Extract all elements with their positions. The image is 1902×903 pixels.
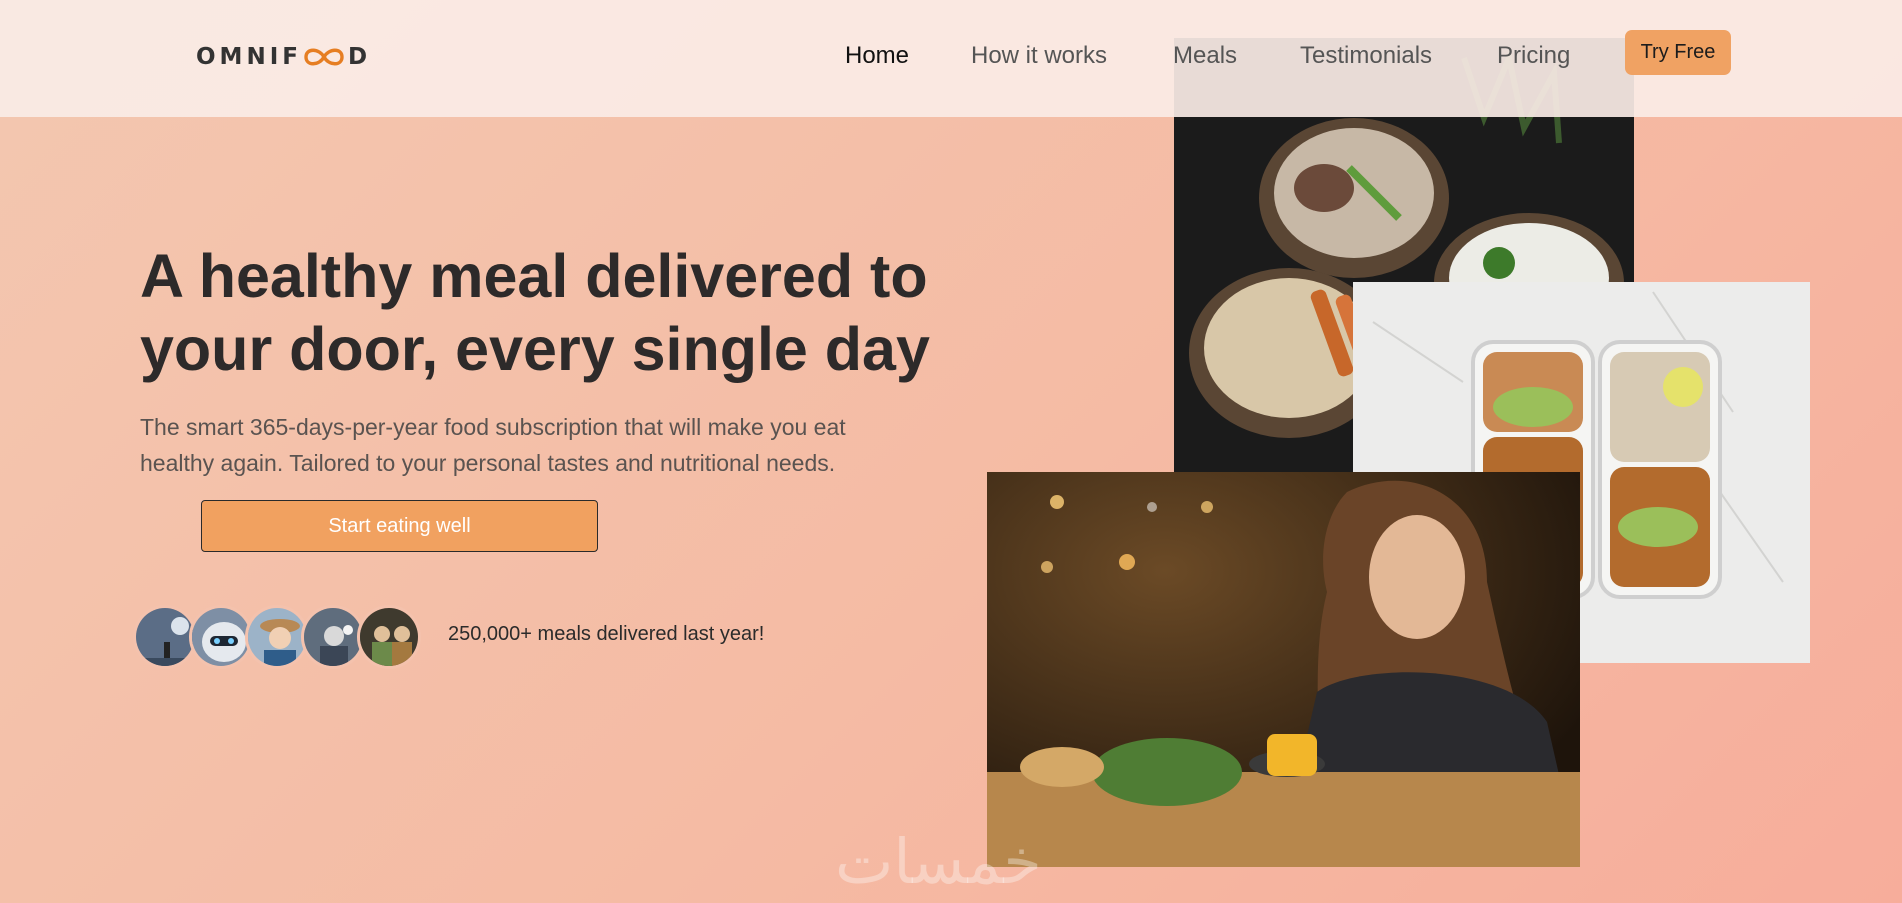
avatar bbox=[357, 605, 421, 669]
watermark-text: خمسات bbox=[835, 825, 1042, 898]
avatar bbox=[245, 605, 309, 669]
logo-text-suffix: D bbox=[347, 44, 372, 70]
top-navbar: OMNIF D Home How it works Meals Testimon… bbox=[0, 0, 1902, 117]
meals-delivered-stat: 250,000+ meals delivered last year! bbox=[448, 623, 765, 645]
avatar bbox=[301, 605, 365, 669]
nav-home[interactable]: Home bbox=[845, 42, 909, 70]
hero-title-line1: A healthy meal delivered to bbox=[140, 242, 928, 310]
start-eating-well-button[interactable]: Start eating well bbox=[201, 500, 598, 552]
hero-subtitle-line1: The smart 365-days-per-year food subscri… bbox=[140, 414, 846, 440]
hero-subtitle: The smart 365-days-per-year food subscri… bbox=[140, 409, 900, 481]
woman-eating-image bbox=[987, 472, 1580, 867]
try-free-button[interactable]: Try Free bbox=[1625, 30, 1731, 75]
hero-title-line2: your door, every single day bbox=[140, 315, 930, 383]
nav-pricing[interactable]: Pricing bbox=[1497, 42, 1570, 70]
logo-text-prefix: OMNIF bbox=[196, 44, 302, 70]
avatar bbox=[133, 605, 197, 669]
nav-meals[interactable]: Meals bbox=[1173, 42, 1237, 70]
hero-title: A healthy meal delivered to your door, e… bbox=[140, 240, 960, 386]
omnifood-logo[interactable]: OMNIF D bbox=[196, 44, 371, 70]
infinity-logo-icon bbox=[304, 48, 344, 66]
nav-testimonials[interactable]: Testimonials bbox=[1300, 42, 1432, 70]
hero-subtitle-line2: healthy again. Tailored to your personal… bbox=[140, 450, 836, 476]
avatar bbox=[189, 605, 253, 669]
nav-how-it-works[interactable]: How it works bbox=[971, 42, 1107, 70]
